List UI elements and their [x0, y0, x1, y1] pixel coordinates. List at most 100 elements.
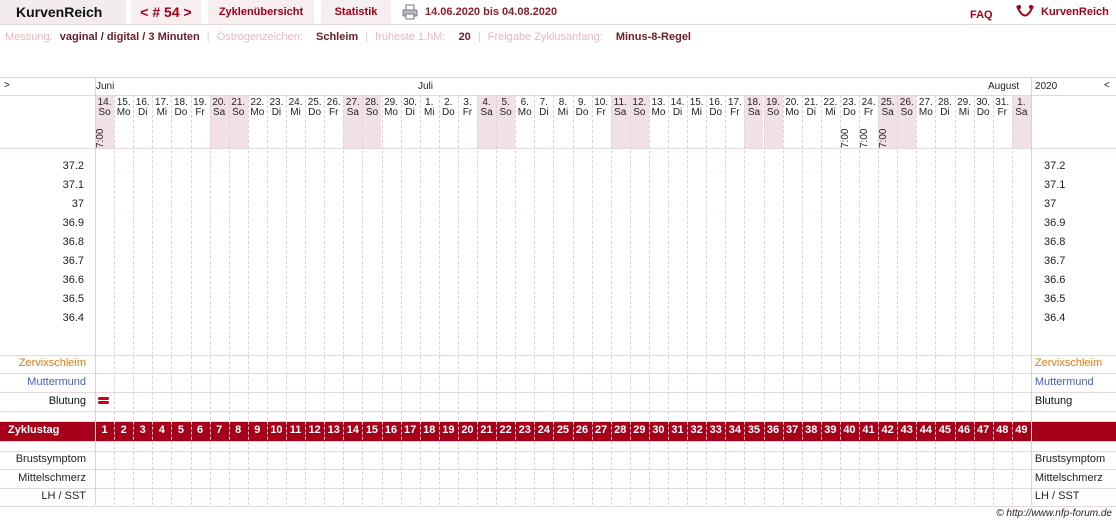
day-weekday: Mi	[958, 107, 970, 118]
day-weekday: Mi	[156, 107, 168, 118]
grid-column-line	[515, 95, 516, 505]
day-weekday: Di	[138, 107, 148, 118]
cycle-day-number: 24	[537, 424, 550, 436]
measure-time: 7:00	[859, 128, 870, 148]
cycle-day-number: 17	[404, 424, 417, 436]
nav-left-arrow[interactable]: >	[4, 80, 10, 91]
bleeding-marker[interactable]	[98, 397, 109, 400]
cycle-day-number: 49	[1015, 424, 1028, 436]
grid-right-edge	[1031, 78, 1032, 505]
temp-label-left: 36.7	[62, 255, 84, 267]
tab-cycle-overview[interactable]: Zyklenübersicht	[208, 0, 314, 24]
day-weekday: Mo	[785, 107, 800, 118]
grid-row-line	[0, 373, 1116, 374]
cycle-day-number: 33	[709, 424, 722, 436]
cervix-mucus-label: Zervixschleim	[18, 357, 86, 369]
temp-label-right: 37	[1044, 198, 1057, 210]
cycle-day-number: 10	[270, 424, 283, 436]
printer-icon[interactable]	[402, 4, 418, 20]
day-weekday: Sa	[1015, 107, 1028, 118]
cycle-day-number: 26	[575, 424, 589, 436]
measure-time: 7:00	[878, 128, 890, 148]
cycle-day-number: 39	[824, 424, 837, 436]
day-weekday: Mo	[651, 107, 666, 118]
day-weekday: Fr	[596, 107, 606, 118]
grid-column-line	[878, 95, 879, 505]
grid-column-line	[133, 95, 134, 505]
day-weekday: Di	[539, 107, 549, 118]
tab-statistics[interactable]: Statistik	[321, 0, 391, 24]
cycle-day-number: 7	[216, 424, 223, 436]
grid-column-line	[744, 95, 745, 505]
grid-column-line	[210, 95, 211, 505]
measure-time: 7:00	[839, 128, 851, 148]
grid-column-line	[305, 95, 306, 505]
cycle-day-number: 41	[862, 424, 875, 436]
month-july: Juli	[418, 81, 434, 92]
grid-column-line	[343, 95, 344, 505]
grid-column-line	[687, 95, 688, 505]
cycle-day-number: 42	[881, 424, 894, 436]
logo-text: KurvenReich	[1041, 6, 1109, 18]
cycle-day-label: Zyklustag	[8, 424, 60, 436]
grid-row-line	[0, 355, 1116, 356]
cycle-day-number: 45	[938, 424, 952, 436]
grid-column-line	[114, 95, 115, 505]
day-weekday: Sa	[614, 107, 627, 118]
earliest-label: früheste 1.hM:	[375, 31, 446, 43]
temp-label-left: 37.1	[62, 179, 84, 191]
grid-column-line	[897, 95, 898, 505]
cycle-day-number: 11	[289, 424, 302, 436]
cycle-nav-button[interactable]: < # 54 >	[131, 0, 201, 24]
temp-label-left: 36.8	[62, 236, 84, 248]
mittelschmerz-label: Mittelschmerz	[18, 472, 86, 484]
day-weekday: Fr	[997, 107, 1007, 118]
bleeding-label-right: Blutung	[1034, 395, 1073, 407]
day-weekday: Sa	[213, 107, 226, 118]
grid-column-line	[324, 95, 325, 505]
cycle-day-number: 35	[747, 424, 761, 436]
cycle-day-number: 4	[158, 424, 165, 436]
grid-row-line	[0, 392, 1116, 393]
day-weekday: Mo	[918, 107, 933, 118]
year-label: 2020	[1034, 81, 1058, 92]
grid-column-line	[668, 95, 669, 505]
nav-right-arrow[interactable]: <	[1104, 80, 1110, 91]
temp-label-right: 36.8	[1044, 236, 1066, 248]
top-bar: KurvenReich < # 54 > Zyklenübersicht Sta…	[0, 0, 1116, 25]
cycle-day-number: 31	[671, 424, 684, 436]
day-weekday: Fr	[462, 107, 473, 118]
grid-column-line	[993, 95, 994, 505]
temp-label-left: 36.5	[62, 293, 84, 305]
day-weekday: Mo	[517, 107, 532, 118]
day-weekday: Mi	[825, 107, 836, 118]
cycle-day-number: 29	[633, 424, 646, 436]
breast-symptom-label-right: Brustsymptom	[1034, 453, 1106, 465]
grid-column-line	[171, 95, 172, 505]
grid-row-line	[0, 488, 1116, 489]
cycle-day-number: 2	[120, 424, 127, 436]
grid-column-line	[439, 95, 440, 505]
temp-label-right: 37.1	[1044, 179, 1066, 191]
measure-value: vaginal / digital / 3 Minuten	[59, 31, 200, 43]
faq-link[interactable]: FAQ	[970, 0, 993, 28]
cycle-day-number: 14	[346, 424, 359, 436]
day-weekday: Fr	[329, 107, 339, 118]
mittelschmerz-label-right: Mittelschmerz	[1034, 472, 1103, 484]
grid-column-line	[191, 95, 192, 505]
cycle-day-number: 18	[423, 424, 436, 436]
day-weekday: Do	[709, 107, 723, 118]
cycle-day-number: 38	[805, 424, 818, 436]
earliest-value: 20	[458, 31, 471, 43]
day-weekday: So	[633, 107, 646, 118]
brand-title[interactable]: KurvenReich	[0, 0, 126, 24]
cycle-day-number: 16	[384, 424, 398, 436]
day-weekday: So	[766, 107, 780, 118]
day-weekday: Mo	[384, 107, 398, 118]
day-weekday: So	[98, 107, 111, 118]
grid-column-line	[649, 95, 650, 505]
footer-credit: © http://www.nfp-forum.de	[996, 508, 1112, 519]
bleeding-label: Blutung	[48, 395, 86, 407]
grid-column-line	[496, 95, 497, 505]
grid-column-line	[859, 95, 860, 505]
